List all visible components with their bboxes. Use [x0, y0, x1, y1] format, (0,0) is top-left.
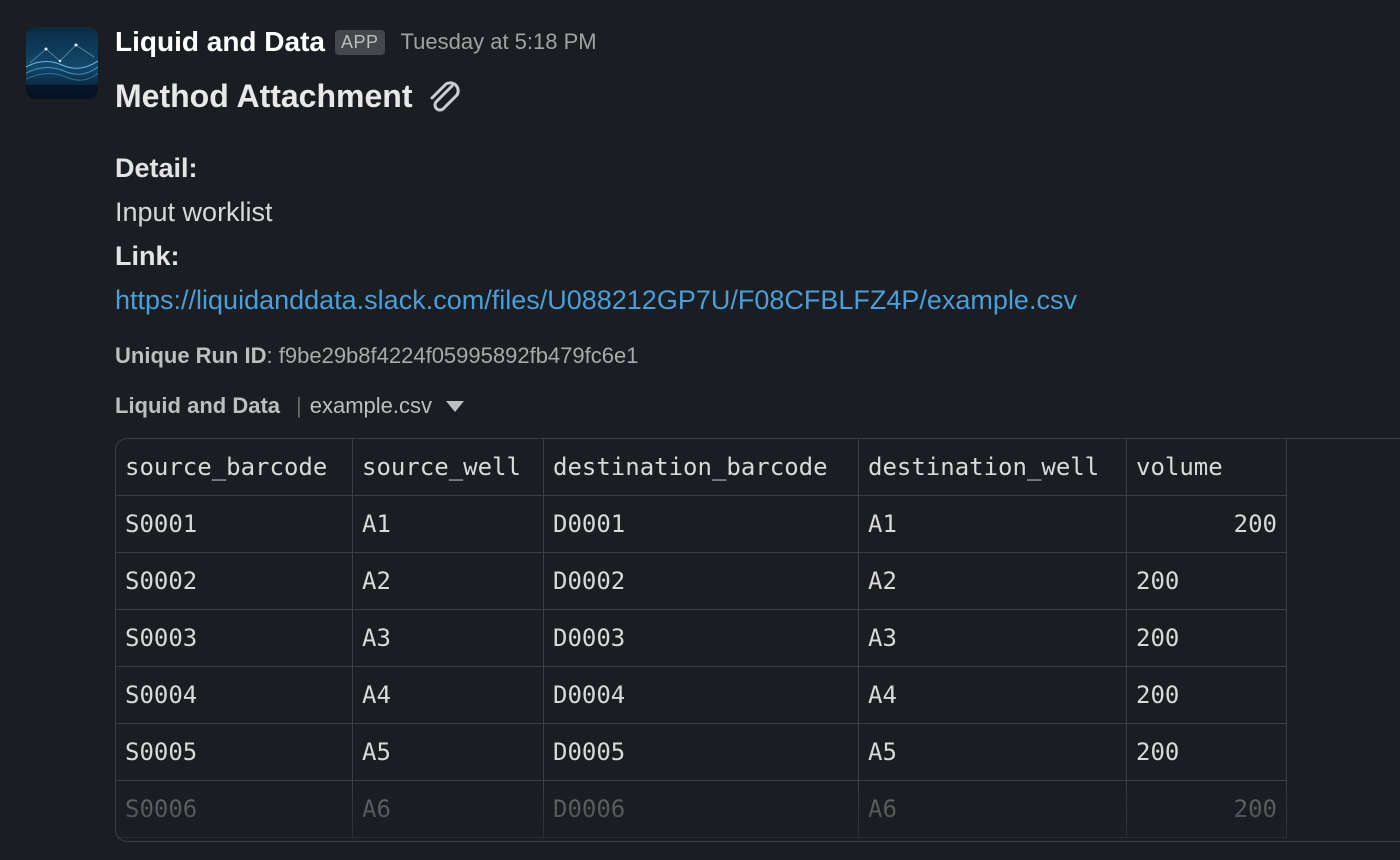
- message-title: Method Attachment: [115, 77, 413, 114]
- table-cell: 200: [1126, 609, 1287, 667]
- table-cell: A3: [352, 609, 544, 667]
- caret-down-icon[interactable]: [446, 400, 464, 412]
- message-content: Liquid and Data APP Tuesday at 5:18 PM M…: [115, 22, 1400, 426]
- column-header: destination_barcode: [543, 439, 859, 496]
- table-cell: A4: [352, 666, 544, 724]
- table-cell: A2: [352, 552, 544, 610]
- sender-name[interactable]: Liquid and Data: [115, 26, 325, 58]
- message-body: Detail: Input worklist Link: https://liq…: [115, 146, 1400, 322]
- message-timestamp[interactable]: Tuesday at 5:18 PM: [401, 29, 597, 55]
- table-cell: 200: [1126, 666, 1287, 724]
- table-cell: A1: [858, 495, 1127, 553]
- column-header: source_barcode: [116, 439, 353, 496]
- table-cell: A3: [858, 609, 1127, 667]
- table-cell: A5: [858, 723, 1127, 781]
- table-cell: 200: [1126, 495, 1287, 553]
- table-cell: S0002: [116, 552, 353, 610]
- run-id-label: Unique Run ID: [115, 343, 267, 368]
- table-cell: A1: [352, 495, 544, 553]
- table-header-row: source_barcode source_well destination_b…: [116, 439, 1287, 496]
- column-header: volume: [1126, 439, 1287, 496]
- table-row: S0001 A1 D0001 A1 200: [116, 495, 1287, 553]
- column-header: destination_well: [858, 439, 1127, 496]
- detail-value: Input worklist: [115, 197, 273, 227]
- file-attachment-header: Liquid and Data | example.csv: [115, 386, 1400, 426]
- message-title-row: Method Attachment: [115, 74, 1400, 118]
- table-cell: A5: [352, 723, 544, 781]
- table-cell: D0002: [543, 552, 859, 610]
- table-cell: D0001: [543, 495, 859, 553]
- table-cell: S0004: [116, 666, 353, 724]
- app-badge: APP: [335, 29, 385, 55]
- detail-label: Detail:: [115, 153, 198, 183]
- file-source[interactable]: Liquid and Data: [115, 393, 280, 419]
- paperclip-icon: [422, 74, 466, 118]
- table-row: S0002 A2 D0002 A2 200: [116, 552, 1287, 610]
- avatar-image: [26, 27, 98, 99]
- table-row: S0006 A6 D0006 A6 200: [116, 780, 1287, 838]
- table-row: S0005 A5 D0005 A5 200: [116, 723, 1287, 781]
- separator: |: [296, 393, 302, 418]
- table-cell: A4: [858, 666, 1127, 724]
- app-avatar[interactable]: [26, 27, 98, 99]
- table-cell: 200: [1126, 780, 1287, 838]
- table-row: S0004 A4 D0004 A4 200: [116, 666, 1287, 724]
- csv-preview[interactable]: source_barcode source_well destination_b…: [115, 438, 1400, 842]
- table-cell: 200: [1126, 552, 1287, 610]
- table-cell: A6: [858, 780, 1127, 838]
- table-cell: A6: [352, 780, 544, 838]
- file-link[interactable]: https://liquidanddata.slack.com/files/U0…: [115, 285, 1077, 315]
- run-id-value: : f9be29b8f4224f05995892fb479fc6e1: [266, 343, 639, 368]
- link-label: Link:: [115, 241, 180, 271]
- table-cell: 200: [1126, 723, 1287, 781]
- table-cell: D0004: [543, 666, 859, 724]
- table-cell: S0005: [116, 723, 353, 781]
- table-cell: S0001: [116, 495, 353, 553]
- table-row: S0003 A3 D0003 A3 200: [116, 609, 1287, 667]
- table-cell: D0003: [543, 609, 859, 667]
- file-name[interactable]: example.csv: [310, 393, 432, 419]
- table-cell: S0003: [116, 609, 353, 667]
- table-cell: S0006: [116, 780, 353, 838]
- column-header: source_well: [352, 439, 544, 496]
- message: Liquid and Data APP Tuesday at 5:18 PM M…: [0, 0, 1400, 860]
- table-cell: D0006: [543, 780, 859, 838]
- table-cell: A2: [858, 552, 1127, 610]
- csv-table: source_barcode source_well destination_b…: [116, 439, 1287, 838]
- run-id: Unique Run ID: f9be29b8f4224f05995892fb4…: [115, 336, 1400, 376]
- table-cell: D0005: [543, 723, 859, 781]
- message-header: Liquid and Data APP Tuesday at 5:18 PM: [115, 22, 1400, 62]
